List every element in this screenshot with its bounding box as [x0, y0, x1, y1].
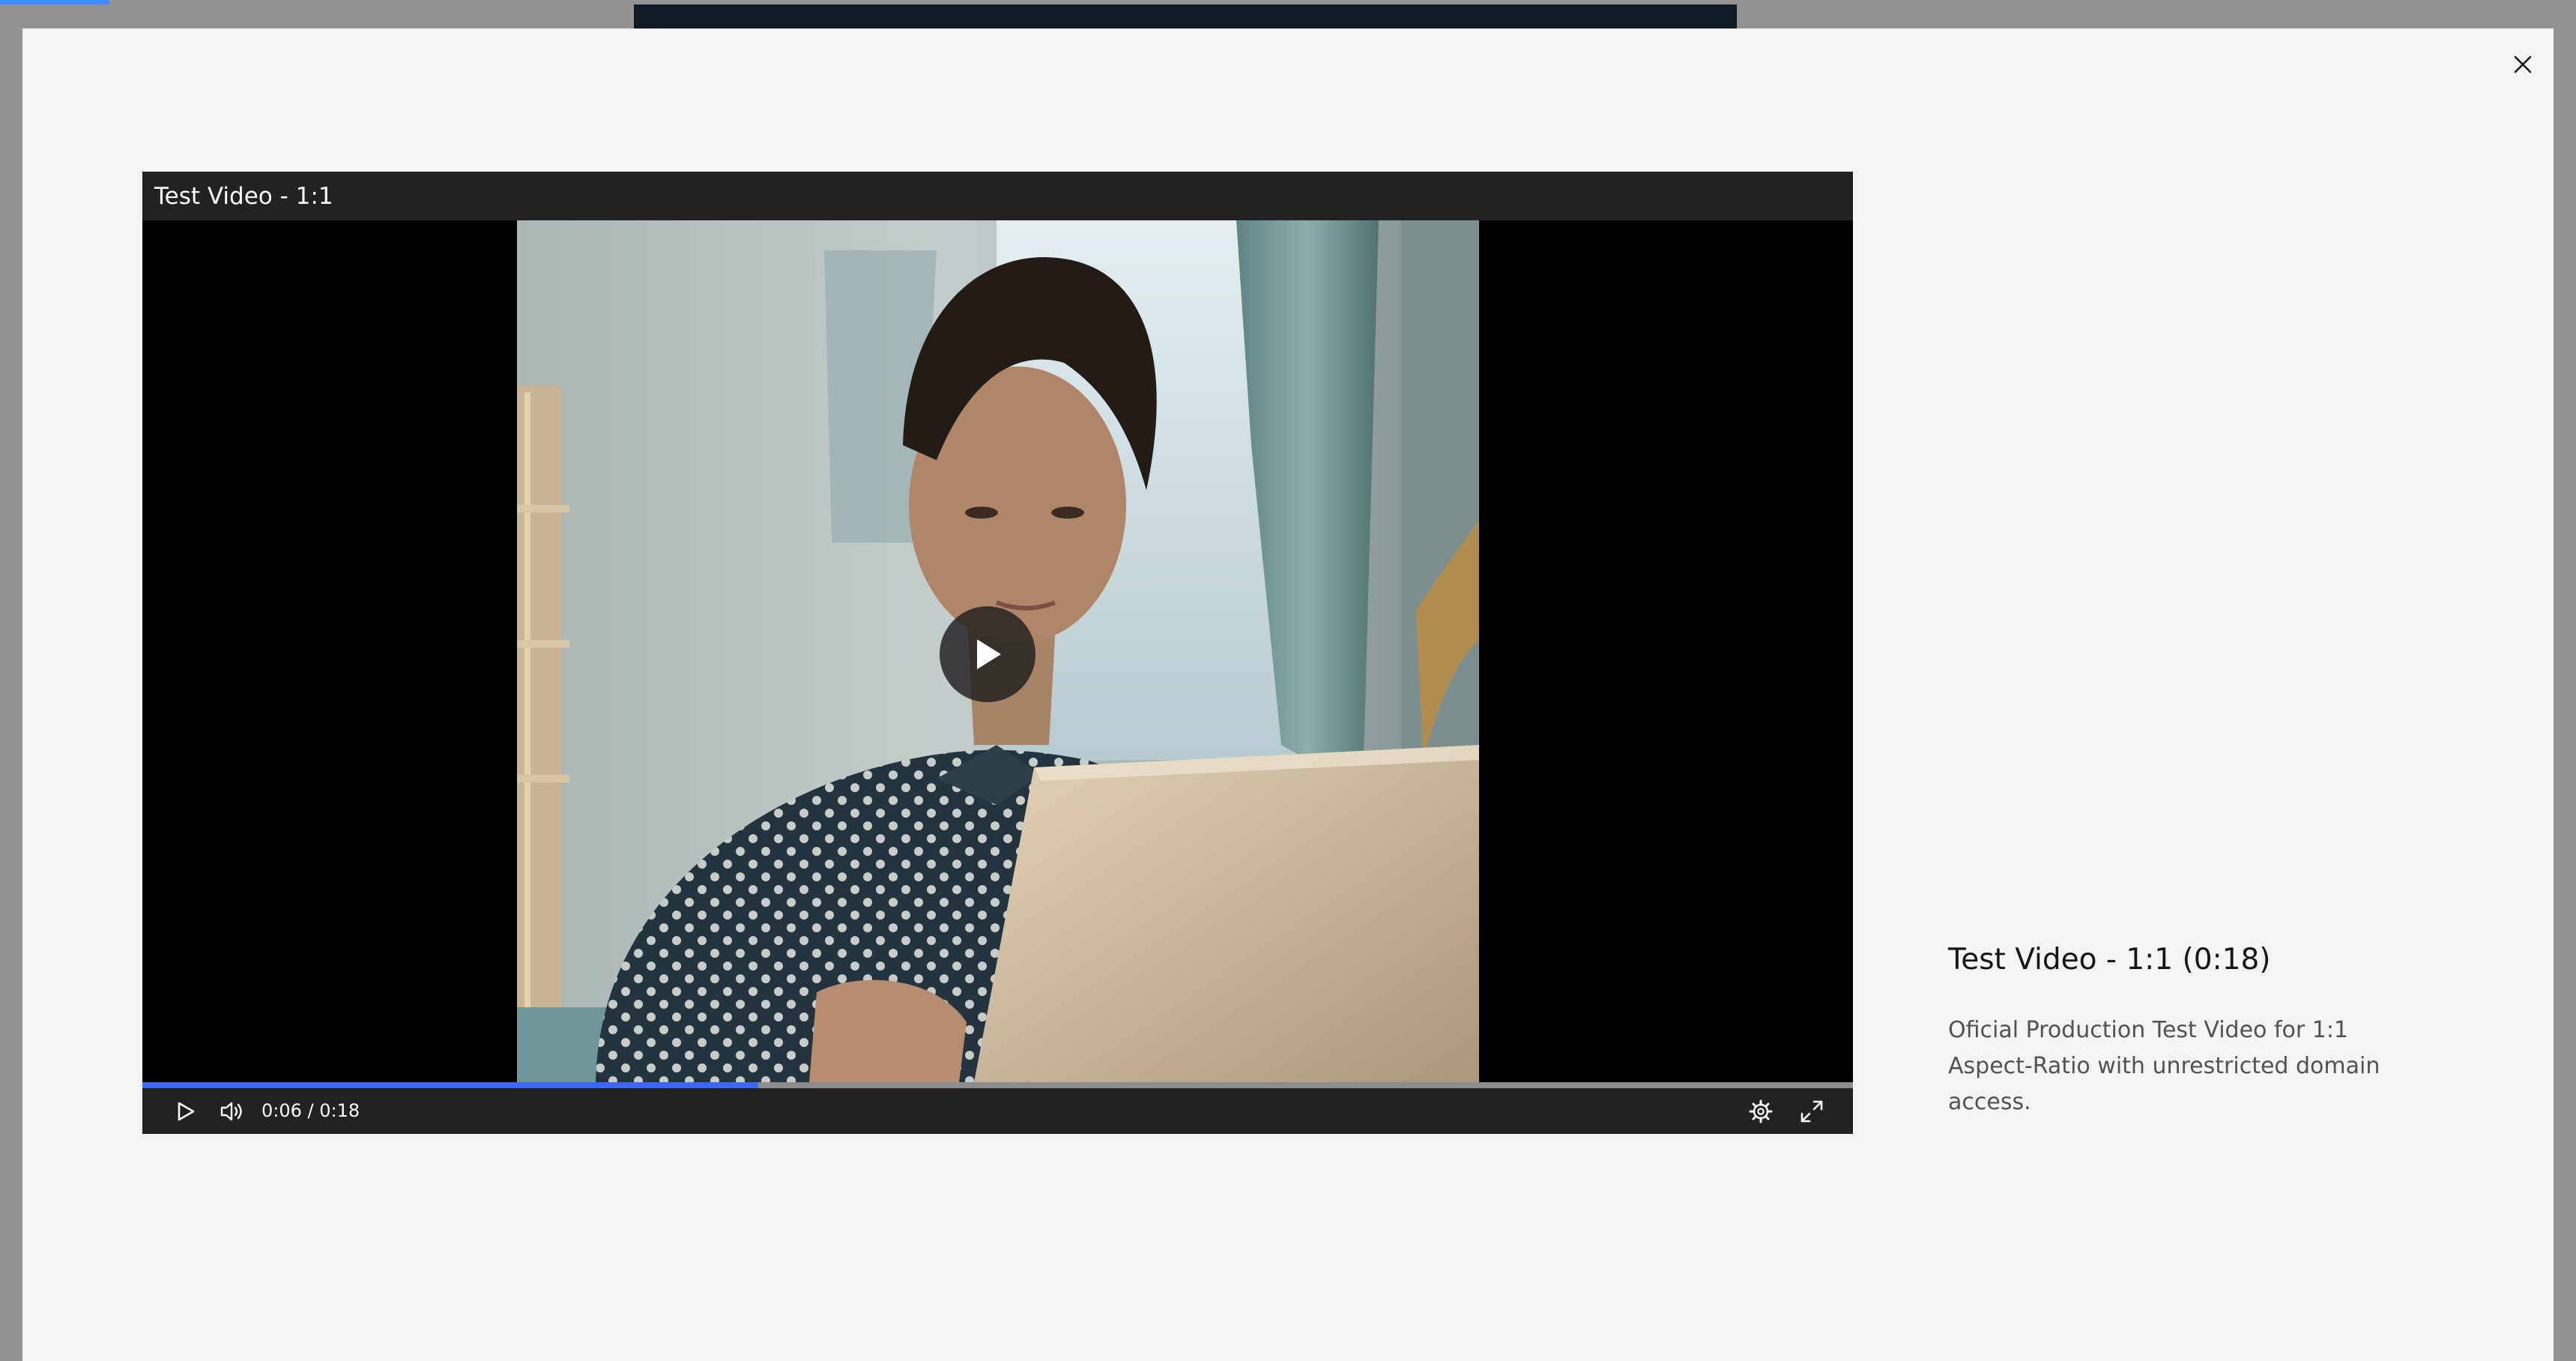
video-info-title: Test Video - 1:1 (0:18) — [1948, 943, 2271, 977]
play-overlay-button[interactable] — [940, 606, 1035, 702]
video-info-panel: Test Video - 1:1 (0:18) Oficial Producti… — [1948, 943, 2428, 1120]
close-icon — [2514, 55, 2532, 73]
time-display: 0:06 / 0:18 — [261, 1100, 360, 1121]
volume-icon — [220, 1102, 242, 1120]
progress-fill — [142, 1082, 758, 1088]
page-loading-bar — [0, 0, 109, 4]
gear-icon — [1749, 1099, 1773, 1123]
play-icon — [178, 1102, 195, 1120]
background-page-media — [634, 4, 1737, 28]
control-bar: 0:06 / 0:18 — [142, 1088, 1853, 1134]
play-icon — [977, 639, 1001, 669]
settings-button[interactable] — [1735, 1088, 1787, 1134]
play-button[interactable] — [165, 1088, 207, 1134]
fullscreen-button[interactable] — [1786, 1088, 1838, 1134]
close-button[interactable] — [2497, 46, 2549, 82]
video-title: Test Video - 1:1 — [154, 182, 333, 210]
video-description: Oficial Production Test Video for 1:1 As… — [1948, 1017, 2380, 1115]
volume-button[interactable] — [210, 1088, 255, 1134]
video-viewport[interactable] — [142, 220, 1853, 1082]
video-player: Test Video - 1:1 0:06 / 0:18 — [142, 172, 1853, 1134]
video-title-bar: Test Video - 1:1 — [142, 172, 1853, 220]
progress-bar[interactable] — [142, 1082, 1853, 1088]
fullscreen-icon — [1801, 1100, 1823, 1122]
